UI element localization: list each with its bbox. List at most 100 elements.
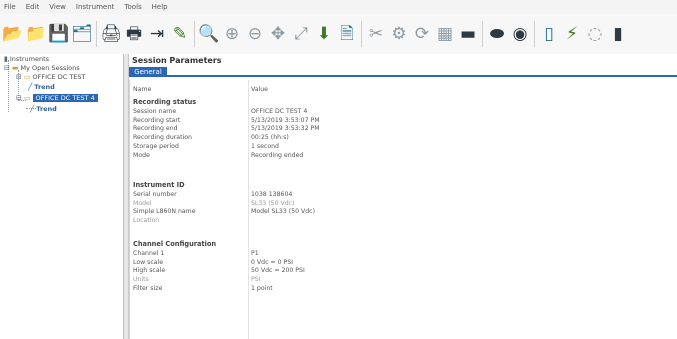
expand-icon[interactable]: ⊟	[4, 64, 10, 72]
parameter-row[interactable]: Recording end 5/13/2019 3:53:32 PM	[133, 124, 320, 133]
zoom-out-icon[interactable]: ⊖	[245, 24, 265, 44]
parameter-value: Recording ended	[251, 151, 304, 159]
parameters-grid: Name Value Recording status Session name…	[129, 80, 677, 339]
parameter-name: Low scale	[133, 258, 164, 266]
menu-view[interactable]: View	[49, 0, 66, 14]
parameter-name: Storage period	[133, 142, 179, 150]
status-icon[interactable]: ▮	[608, 24, 628, 44]
grid-header: Name Value	[133, 85, 268, 94]
parameter-value: OFFICE DC TEST 4	[251, 108, 308, 115]
expand-icon[interactable]: ⊟	[16, 94, 22, 102]
menu-tools[interactable]: Tools	[124, 0, 141, 14]
toolbar-separator	[194, 21, 195, 47]
tree-item-session[interactable]: ⊟ ▭ OFFICE DC TEST	[16, 72, 86, 82]
tab-strip	[167, 75, 677, 77]
parameter-name: Channel 1	[133, 250, 165, 257]
folder-icon: ▬	[11, 64, 19, 72]
session-tree: ▮ Instruments ⊟ ▬ My Open Sessions ⊟ ▭ O…	[0, 54, 124, 339]
tab-general[interactable]: General	[129, 67, 167, 77]
toolbar-separator	[482, 21, 483, 47]
toolbar-separator	[534, 21, 535, 47]
save-icon[interactable]: 💾	[48, 24, 69, 44]
sync-icon[interactable]: ⟳	[412, 24, 432, 44]
open-folder-icon[interactable]: 📂	[2, 24, 23, 44]
parameter-value: 1 second	[251, 142, 279, 150]
parameter-row[interactable]: Session name OFFICE DC TEST 4	[133, 107, 307, 116]
open-session-icon[interactable]: 📁	[25, 24, 46, 44]
connect-icon[interactable]: ⚡	[562, 24, 582, 44]
section-recording-status: Recording status	[133, 98, 197, 106]
parameter-value: SL33 (50 Vdc)	[251, 199, 295, 207]
report-icon[interactable]: 🗎	[337, 24, 357, 44]
parameter-row[interactable]: Model SL33 (50 Vdc)	[133, 199, 294, 208]
zoom-in-icon[interactable]: ⊕	[222, 24, 242, 44]
zoom-reset-icon[interactable]: ⤢	[291, 24, 311, 44]
parameter-row[interactable]: Units PSI	[133, 275, 260, 284]
section-instrument-id: Instrument ID	[133, 181, 185, 189]
parameter-name: Location	[133, 217, 160, 225]
section-channel-configuration: Channel Configuration	[133, 240, 217, 248]
progress-icon[interactable]: ◌	[585, 24, 605, 44]
tree-item-trend-1[interactable]: ╱ Trend	[28, 82, 55, 92]
download-icon[interactable]: ⬇	[314, 24, 334, 44]
instrument-icon[interactable]: ▯	[539, 24, 559, 44]
settings-icon[interactable]: ⚙	[389, 24, 409, 44]
parameter-value: 1038 138604	[251, 191, 293, 198]
zoom-icon[interactable]: 🔍	[198, 24, 219, 44]
parameter-value: 0 Vdc = 0 PSI	[251, 258, 293, 266]
parameter-name: Units	[133, 276, 149, 284]
menu-file[interactable]: File	[4, 0, 16, 14]
parameter-row[interactable]: Channel 1 P1	[133, 249, 259, 258]
print-icon[interactable]: 🖨	[100, 24, 122, 44]
parameter-name: Recording start	[133, 116, 181, 124]
session-folder-icon: ▭	[23, 94, 31, 102]
parameter-value: 5/13/2019 3:53:07 PM	[251, 116, 320, 124]
parameter-value: 1 point	[251, 284, 273, 292]
parameter-name: Serial number	[133, 191, 177, 198]
trend-icon: ╱	[30, 105, 35, 113]
parameter-value: 50 Vdc = 200 PSI	[251, 267, 305, 275]
parameter-row[interactable]: Mode Recording ended	[133, 151, 303, 160]
tree-item-trend-2[interactable]: ╱ Trend	[30, 104, 57, 114]
menu-bar: File Edit View Instrument Tools Help	[0, 0, 677, 14]
parameter-value: 00:25 (hh:s)	[251, 134, 289, 142]
column-header-name[interactable]: Name	[133, 86, 251, 93]
save-as-icon[interactable]: 🗂	[71, 24, 93, 44]
parameter-row[interactable]: High scale 50 Vdc = 200 PSI	[133, 266, 305, 275]
parameter-name: Recording duration	[133, 134, 192, 142]
disc-icon[interactable]: ◉	[510, 24, 530, 44]
parameter-row[interactable]: Recording start 5/13/2019 3:53:07 PM	[133, 116, 320, 125]
export-icon[interactable]: ⇥	[147, 24, 167, 44]
column-header-value[interactable]: Value	[251, 86, 268, 93]
parameter-value: P1	[251, 250, 259, 257]
parameter-name: Filter size	[133, 284, 163, 292]
battery-icon[interactable]: ⬬	[487, 24, 507, 44]
tree-item-selected-session[interactable]: ⊟ ▭ OFFICE DC TEST 4	[16, 93, 98, 103]
parameter-row[interactable]: Location	[133, 216, 251, 225]
session-folder-icon: ▭	[23, 73, 31, 81]
parameter-name: Session name	[133, 108, 177, 115]
parameter-name: Simple L860N name	[133, 208, 196, 216]
channel-icon[interactable]: ▦	[435, 24, 455, 44]
menu-edit[interactable]: Edit	[26, 0, 40, 14]
zoom-fit-icon[interactable]: ✥	[268, 24, 288, 44]
annotate-icon[interactable]: ✎	[170, 24, 190, 44]
expand-icon[interactable]: ⊟	[16, 73, 22, 81]
parameter-row[interactable]: Filter size 1 point	[133, 284, 273, 293]
parameter-value: Model SL33 (50 Vdc)	[251, 208, 315, 216]
parameter-row[interactable]: Simple L860N name Model SL33 (50 Vdc)	[133, 207, 315, 216]
parameter-row[interactable]: Recording duration 00:25 (hh:s)	[133, 133, 289, 142]
parameter-row[interactable]: Serial number 1038 138604	[133, 190, 292, 199]
print-setup-icon[interactable]: 🖶	[124, 24, 144, 44]
folder-icon[interactable]: ▬	[458, 24, 478, 44]
parameter-row[interactable]: Low scale 0 Vdc = 0 PSI	[133, 258, 293, 267]
parameter-row[interactable]: Storage period 1 second	[133, 142, 279, 151]
session-parameters-panel: Session Parameters General Name Value Re…	[129, 54, 677, 339]
menu-instrument[interactable]: Instrument	[76, 0, 115, 14]
parameter-value: PSI	[251, 276, 261, 284]
tools-icon[interactable]: ✂	[366, 24, 386, 44]
panel-title: Session Parameters	[132, 56, 222, 65]
toolbar-separator	[96, 21, 97, 47]
menu-help[interactable]: Help	[152, 0, 168, 14]
parameter-value: 5/13/2019 3:53:32 PM	[251, 125, 320, 133]
